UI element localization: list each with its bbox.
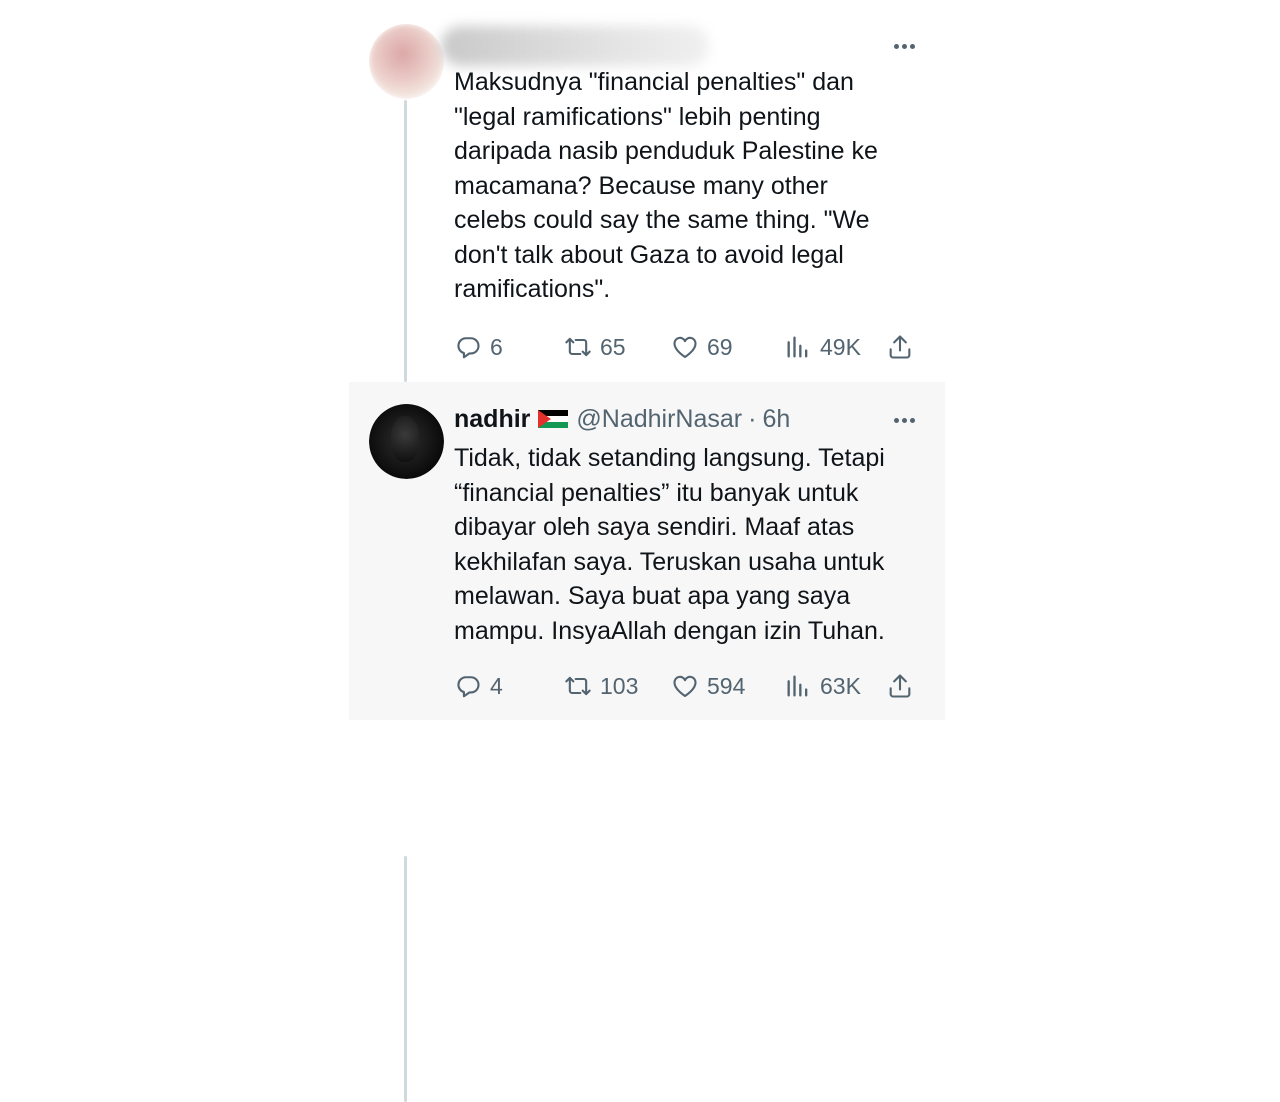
like-count: 594 (707, 672, 746, 699)
more-options-icon[interactable] (889, 36, 919, 56)
reply-icon (457, 676, 480, 698)
tweet-text-line: kekhilafan saya. Teruskan usaha untuk (454, 547, 885, 576)
retweet-icon (565, 676, 591, 696)
share-button[interactable] (886, 330, 914, 364)
parent-tweet[interactable]: Maksudnya "financial penalties" dan "leg… (349, 0, 945, 382)
tweet-text-line: “financial penalties” itu banyak untuk (454, 478, 859, 507)
views-button[interactable]: 63K (784, 669, 861, 703)
tweet-text-line: don't talk about Gaza to avoid legal (454, 240, 844, 269)
like-button[interactable]: 594 (671, 669, 745, 703)
reply-tweet[interactable]: nadhir @NadhirNasar · 6h Tidak, tidak se… (349, 382, 945, 1102)
thread-connector-line (404, 100, 407, 382)
views-icon (787, 336, 808, 358)
retweet-count: 65 (600, 333, 626, 360)
palestine-flag-icon (538, 410, 569, 428)
conversation-thread: Maksudnya "financial penalties" dan "leg… (349, 0, 945, 1102)
share-button[interactable] (886, 669, 914, 703)
share-icon (889, 335, 911, 359)
tweet-header: nadhir @NadhirNasar · 6h (454, 402, 790, 436)
reply-count: 4 (490, 672, 503, 699)
tweet-text-line: daripada nasib penduduk Palestine ke (454, 137, 878, 165)
tweet-text-line: mampu. InsyaAllah dengan izin Tuhan. (454, 616, 885, 645)
view-count: 63K (820, 672, 861, 699)
reply-icon (457, 337, 480, 359)
share-icon (889, 674, 911, 698)
retweet-icon (565, 337, 591, 357)
blurred-author-name (441, 26, 709, 66)
tweet-text-line: macamana? Because many other (454, 171, 828, 200)
tweet-timestamp[interactable]: 6h (762, 405, 790, 434)
reply-count: 6 (490, 333, 503, 360)
views-button[interactable]: 49K (784, 330, 861, 364)
more-options-icon[interactable] (889, 410, 919, 430)
tweet-text: Tidak, tidak setanding langsung. Tetapi … (454, 441, 924, 648)
tweet-text-line: melawan. Saya buat apa yang saya (454, 582, 851, 610)
retweet-count: 103 (600, 672, 639, 699)
author-name[interactable]: nadhir (454, 405, 530, 434)
author-avatar-image (369, 404, 444, 479)
reply-button[interactable]: 4 (454, 669, 503, 703)
retweet-button[interactable]: 103 (564, 669, 638, 703)
reply-button[interactable]: 6 (454, 330, 503, 364)
tweet-actions: 4 103 594 63K (454, 669, 920, 703)
tweet-text-line: Maksudnya "financial penalties" dan (454, 68, 854, 96)
like-icon (673, 675, 697, 697)
like-count: 69 (707, 333, 733, 360)
blurred-avatar-image (369, 24, 444, 99)
avatar[interactable] (369, 24, 444, 99)
tweet-actions: 6 65 69 49K (454, 330, 920, 364)
tweet-text-line: dibayar oleh saya sendiri. Maaf atas (454, 513, 855, 541)
like-icon (673, 336, 697, 358)
tweet-text: Maksudnya "financial penalties" dan "leg… (454, 65, 924, 307)
header-separator: · (748, 404, 757, 433)
retweet-button[interactable]: 65 (564, 330, 626, 364)
avatar[interactable] (369, 404, 444, 479)
tweet-text-line: Tidak, tidak setanding langsung. Tetapi (454, 444, 885, 472)
like-button[interactable]: 69 (671, 330, 733, 364)
tweet-text-line: ramifications". (454, 275, 611, 303)
author-handle[interactable]: @NadhirNasar (576, 405, 742, 434)
tweet-text-line: "legal ramifications" lebih penting (454, 102, 821, 131)
thread-connector-line (404, 856, 407, 1102)
tweet-text-line: celebs could say the same thing. "We (454, 206, 870, 234)
views-icon (787, 675, 808, 697)
view-count: 49K (820, 333, 861, 360)
